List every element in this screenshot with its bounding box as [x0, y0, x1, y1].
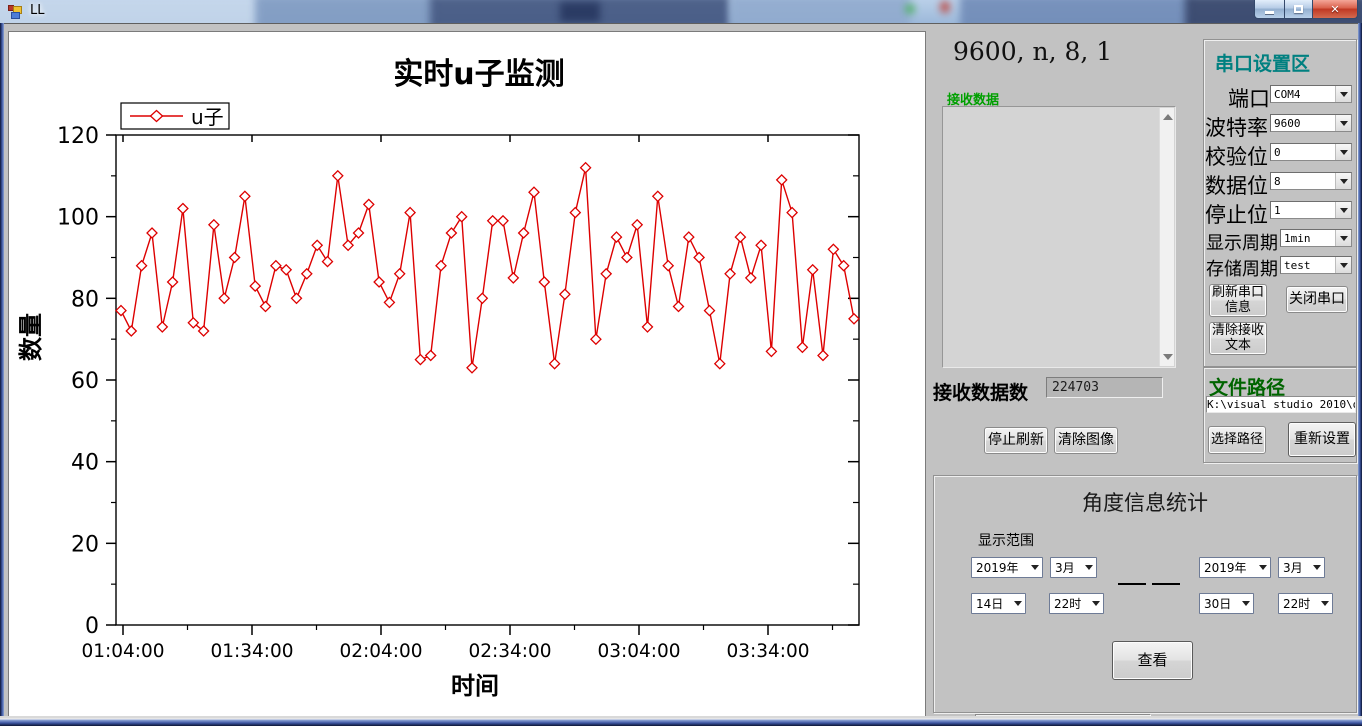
display-range-label: 显示范围: [978, 530, 1034, 550]
window-title: LL: [30, 3, 45, 18]
store-period-combobox[interactable]: test: [1280, 256, 1352, 274]
svg-text:03:04:00: 03:04:00: [597, 641, 680, 662]
baud-label: 波特率: [1200, 112, 1268, 142]
window-icon: [8, 5, 23, 19]
svg-text:u子: u子: [191, 105, 224, 129]
chevron-down-icon[interactable]: [1335, 86, 1351, 102]
range-separator: [1152, 583, 1180, 585]
stats-title: 角度信息统计: [933, 487, 1357, 517]
display-period-label: 显示周期: [1194, 229, 1278, 255]
svg-text:0: 0: [85, 614, 99, 639]
view-button[interactable]: 查看: [1112, 641, 1193, 680]
form-client-area: 02040608010012001:04:0001:34:0002:04:000…: [4, 23, 1358, 716]
svg-text:80: 80: [71, 287, 99, 312]
svg-text:02:34:00: 02:34:00: [468, 641, 551, 662]
svg-text:数量: 数量: [17, 313, 45, 361]
chevron-down-icon[interactable]: [1335, 230, 1351, 246]
refresh-serial-button[interactable]: 刷新串口 信息: [1209, 284, 1267, 317]
maximize-button[interactable]: [1284, 0, 1313, 19]
close-serial-button[interactable]: 关闭串口: [1286, 286, 1348, 313]
close-icon: ✕: [1330, 3, 1339, 16]
databits-combobox[interactable]: 8: [1270, 172, 1352, 190]
chevron-down-icon[interactable]: [1309, 565, 1324, 570]
minimize-icon: [1265, 11, 1274, 14]
aero-blur: [940, 1, 950, 13]
start-year-combobox[interactable]: 2019年: [971, 557, 1043, 578]
scrollbar[interactable]: [1159, 108, 1174, 366]
end-year-combobox[interactable]: 2019年: [1199, 557, 1271, 578]
minimize-button[interactable]: [1254, 0, 1284, 19]
svg-text:40: 40: [71, 451, 99, 476]
stopbits-label: 停止位: [1200, 199, 1268, 229]
svg-text:100: 100: [57, 206, 99, 231]
chevron-down-icon[interactable]: [1081, 565, 1096, 570]
end-hour-combobox[interactable]: 22时: [1278, 593, 1333, 614]
aero-blur: [255, 0, 435, 23]
reset-button[interactable]: 重新设置: [1288, 422, 1356, 457]
parity-combobox[interactable]: 0: [1270, 143, 1352, 161]
chevron-down-icon[interactable]: [1317, 601, 1332, 606]
parity-label: 校验位: [1200, 141, 1268, 171]
receive-textarea[interactable]: [942, 106, 1176, 368]
scroll-up-icon[interactable]: [1163, 114, 1173, 120]
chevron-down-icon[interactable]: [1335, 115, 1351, 131]
start-day-combobox[interactable]: 14日: [971, 593, 1026, 614]
chevron-down-icon[interactable]: [1255, 565, 1270, 570]
end-day-combobox[interactable]: 30日: [1199, 593, 1254, 614]
chevron-down-icon[interactable]: [1027, 565, 1042, 570]
chevron-down-icon[interactable]: [1335, 257, 1351, 273]
svg-text:03:34:00: 03:34:00: [726, 641, 809, 662]
title-bar[interactable]: LL ✕: [0, 0, 1362, 23]
range-separator: [1118, 583, 1146, 585]
close-button[interactable]: ✕: [1313, 0, 1358, 19]
start-month-combobox[interactable]: 3月: [1050, 557, 1097, 578]
aero-blur: [560, 2, 600, 22]
chevron-down-icon[interactable]: [1335, 144, 1351, 160]
clear-receive-button[interactable]: 清除接收 文本: [1209, 322, 1267, 355]
aero-blur: [730, 0, 910, 23]
store-period-label: 存储周期: [1194, 255, 1278, 281]
realtime-chart: 0 20 40 60 80 100 120 01:04:00 01:34:00 02:04:00 0…: [9, 32, 925, 716]
svg-text:60: 60: [71, 369, 99, 394]
stopbits-combobox[interactable]: 1: [1270, 201, 1352, 219]
chart-panel: 0 20 40 60 80 100 120 01:04:00 01:34:00 02:04:00 0…: [8, 31, 926, 717]
port-combobox[interactable]: COM4: [1270, 85, 1352, 103]
svg-text:20: 20: [71, 532, 99, 557]
window-border: [0, 23, 4, 718]
stop-refresh-button[interactable]: 停止刷新: [984, 427, 1048, 454]
file-path-field[interactable]: K:\visual studio 2010\d: [1206, 396, 1356, 413]
maximize-icon: [1294, 5, 1303, 13]
receive-count-label: 接收数据数: [933, 378, 1028, 405]
serial-summary-label: 9600, n, 8, 1: [953, 37, 1112, 66]
window-border: [1358, 23, 1362, 718]
svg-text:01:04:00: 01:04:00: [81, 641, 164, 662]
chevron-down-icon[interactable]: [1010, 601, 1025, 606]
aero-blur: [960, 0, 1190, 23]
chevron-down-icon[interactable]: [1088, 601, 1103, 606]
port-label: 端口: [1208, 83, 1270, 113]
app-window: LL ✕ 02040608010012001:04:0001:34:0002:0…: [0, 0, 1362, 726]
svg-text:120: 120: [57, 124, 99, 149]
aero-blur: [905, 4, 915, 14]
svg-text:时间: 时间: [451, 672, 499, 700]
serial-group-title: 串口设置区: [1215, 49, 1310, 76]
display-period-combobox[interactable]: 1min: [1280, 229, 1352, 247]
end-month-combobox[interactable]: 3月: [1278, 557, 1325, 578]
svg-text:02:04:00: 02:04:00: [339, 641, 422, 662]
chevron-down-icon[interactable]: [1335, 173, 1351, 189]
receive-count-field: 224703: [1046, 377, 1163, 398]
svg-text:实时u子监测: 实时u子监测: [393, 57, 564, 92]
chevron-down-icon[interactable]: [1335, 202, 1351, 218]
scroll-down-icon[interactable]: [1163, 354, 1173, 360]
window-border: [0, 716, 1362, 726]
start-hour-combobox[interactable]: 22时: [1049, 593, 1104, 614]
baud-combobox[interactable]: 9600: [1270, 114, 1352, 132]
select-path-button[interactable]: 选择路径: [1208, 426, 1266, 454]
chevron-down-icon[interactable]: [1238, 601, 1253, 606]
clear-image-button[interactable]: 清除图像: [1054, 427, 1118, 454]
databits-label: 数据位: [1200, 170, 1268, 200]
svg-text:01:34:00: 01:34:00: [210, 641, 293, 662]
